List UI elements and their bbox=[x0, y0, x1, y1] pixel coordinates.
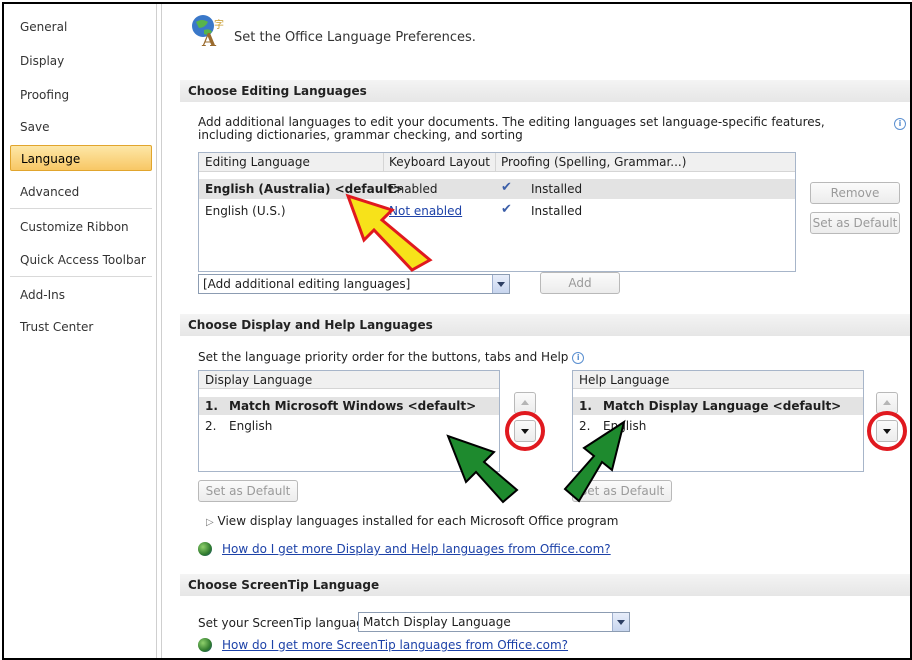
yellow-arrow-annotation bbox=[345, 193, 433, 272]
green-arrow-annotation-left bbox=[446, 434, 519, 504]
options-window: General Display Proofing Save Language A… bbox=[2, 2, 912, 660]
green-arrow-annotation-right bbox=[563, 419, 626, 503]
annotation-overlay bbox=[345, 193, 626, 504]
